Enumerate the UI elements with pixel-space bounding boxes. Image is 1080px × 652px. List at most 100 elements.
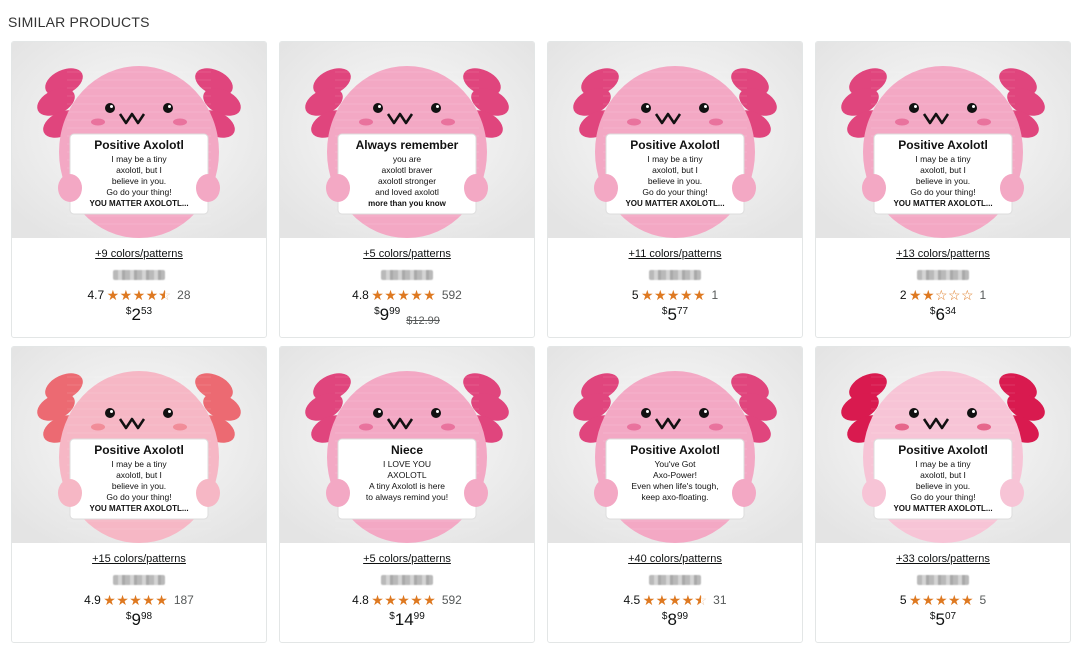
star-full-icon: ★ [384, 592, 397, 608]
rating-row: 4.8 ★ ★ ★ ★ ★ 592 [280, 592, 534, 608]
star-full-icon: ★ [371, 592, 384, 608]
image-sign-line: and loved axolotl [375, 187, 439, 197]
price-row: $14 99 [280, 611, 534, 629]
star-rating[interactable]: ★ ★ ★ ★ ★ [371, 287, 436, 303]
product-card[interactable]: Positive Axolotl I may be a tiny axolotl, … [815, 346, 1071, 643]
price-whole: 8 [667, 610, 677, 629]
rating-row: 4.8 ★ ★ ★ ★ ★ 592 [280, 287, 534, 303]
product-image[interactable]: Positive Axolotl I may be a tiny axolotl, … [548, 42, 802, 238]
price-row: $5 07 [816, 611, 1070, 629]
image-sign-line: I may be a tiny [647, 154, 703, 164]
review-count[interactable]: 1 [712, 287, 719, 303]
review-count[interactable]: 1 [980, 287, 987, 303]
image-sign-line: Go do your thing! [106, 492, 171, 502]
image-sign-line: axolotl, but I [116, 165, 162, 175]
product-image[interactable]: Always remember you are axolotl braver axol… [280, 42, 534, 238]
price-row: $5 77 [548, 306, 802, 324]
star-full-icon: ★ [410, 287, 423, 303]
star-rating[interactable]: ★★★★☆ [106, 287, 172, 303]
rating-value: 4.8 [352, 288, 369, 302]
image-sign-line: Go do your thing! [910, 187, 975, 197]
star-rating[interactable]: ★ ★ ★ ★ ★ [103, 592, 168, 608]
product-card[interactable]: Positive Axolotl I may be a tiny axolotl, … [11, 41, 267, 338]
star-full-icon: ★ [640, 287, 654, 303]
image-sign-line: axolotl, but I [652, 165, 698, 175]
rating-value: 4.8 [352, 593, 369, 607]
star-rating[interactable]: ★ ★ ☆ ☆ ☆ [909, 287, 974, 303]
colors-patterns-link[interactable]: +40 colors/patterns [628, 552, 722, 566]
price-whole: 6 [935, 305, 945, 324]
star-full-icon: ★ [934, 592, 948, 608]
price: $5 07 [930, 611, 956, 629]
colors-patterns-link[interactable]: +5 colors/patterns [363, 247, 451, 261]
image-sign-line: Positive Axolotl [898, 138, 988, 152]
price-fraction: 34 [944, 306, 957, 317]
price-whole: 14 [394, 610, 414, 629]
brand-name-blurred [649, 270, 701, 280]
colors-patterns-link[interactable]: +9 colors/patterns [95, 247, 183, 261]
star-full-icon: ★ [132, 287, 146, 303]
star-full-icon: ★ [423, 287, 436, 303]
product-card[interactable]: Always remember you are axolotl braver axol… [279, 41, 535, 338]
price: $14 99 [389, 611, 425, 629]
star-rating[interactable]: ★★★★☆ [642, 592, 708, 608]
product-image[interactable]: Positive Axolotl I may be a tiny axolotl, … [816, 347, 1070, 543]
product-card[interactable]: Positive Axolotl I may be a tiny axolotl, … [815, 41, 1071, 338]
image-sign-line: believe in you. [112, 176, 166, 186]
colors-patterns-link[interactable]: +5 colors/patterns [363, 552, 451, 566]
star-rating[interactable]: ★ ★ ★ ★ ★ [371, 592, 436, 608]
product-image[interactable]: Positive Axolotl I may be a tiny axolotl, … [816, 42, 1070, 238]
image-sign-line: to always remind you! [366, 492, 448, 502]
star-rating[interactable]: ★ ★ ★ ★ ★ [909, 592, 974, 608]
image-sign-line: more than you know [368, 199, 447, 208]
star-full-icon: ★ [145, 287, 159, 303]
star-full-icon: ★ [129, 592, 142, 608]
image-sign-line: believe in you. [916, 481, 970, 491]
star-full-icon: ★ [921, 592, 935, 608]
rating-value: 2 [899, 288, 907, 302]
image-sign-line: I may be a tiny [111, 459, 167, 469]
star-full-icon: ★ [116, 592, 129, 608]
price-fraction: 99 [389, 306, 401, 317]
image-sign-line: I may be a tiny [111, 154, 167, 164]
product-image[interactable]: Positive Axolotl I may be a tiny axolotl, … [12, 347, 266, 543]
section-title: SIMILAR PRODUCTS [8, 14, 150, 30]
review-count[interactable]: 31 [713, 592, 726, 608]
colors-patterns-link[interactable]: +33 colors/patterns [896, 552, 990, 566]
product-image[interactable]: Niece I LOVE YOU AXOLOTL A tiny Axolotl is … [280, 347, 534, 543]
star-rating[interactable]: ★ ★ ★ ★ ★ [641, 287, 706, 303]
star-full-icon: ★ [106, 287, 120, 303]
star-full-icon: ★ [371, 287, 384, 303]
rating-row: 5 ★ ★ ★ ★ ★ 5 [816, 592, 1070, 608]
colors-patterns-link[interactable]: +13 colors/patterns [896, 247, 990, 261]
review-count[interactable]: 187 [174, 592, 194, 608]
brand-name-blurred [381, 575, 433, 585]
rating-row: 2 ★ ★ ☆ ☆ ☆ 1 [816, 287, 1070, 303]
review-count[interactable]: 5 [980, 592, 987, 608]
star-empty-icon: ☆ [947, 287, 961, 303]
review-count[interactable]: 592 [442, 287, 462, 303]
rating-row: 4.5★★★★☆ 31 [548, 592, 802, 608]
product-image[interactable]: Positive Axolotl You've Got Axo-Power! Even… [548, 347, 802, 543]
product-card[interactable]: Positive Axolotl I may be a tiny axolotl, … [11, 346, 267, 643]
image-sign-line: YOU MATTER AXOLOTL... [893, 199, 992, 208]
rating-value: 4.5 [623, 593, 641, 607]
star-half-icon: ☆ [158, 287, 171, 303]
product-image[interactable]: Positive Axolotl I may be a tiny axolotl, … [12, 42, 266, 238]
product-card[interactable]: Positive Axolotl I may be a tiny axolotl, … [547, 41, 803, 338]
image-sign-line: Positive Axolotl [94, 138, 184, 152]
star-full-icon: ★ [119, 287, 133, 303]
image-sign-line: Positive Axolotl [94, 443, 184, 457]
colors-patterns-link[interactable]: +11 colors/patterns [628, 247, 721, 261]
product-card[interactable]: Positive Axolotl You've Got Axo-Power! Even… [547, 346, 803, 643]
rating-row: 4.7★★★★☆28 [12, 287, 266, 303]
review-count[interactable]: 28 [177, 287, 190, 303]
review-count[interactable]: 592 [442, 592, 462, 608]
price-fraction: 07 [944, 611, 957, 622]
image-sign-line: Go do your thing! [910, 492, 975, 502]
star-full-icon: ★ [653, 287, 667, 303]
image-sign-line: Go do your thing! [106, 187, 171, 197]
product-card[interactable]: Niece I LOVE YOU AXOLOTL A tiny Axolotl is … [279, 346, 535, 643]
colors-patterns-link[interactable]: +15 colors/patterns [92, 552, 186, 566]
image-sign-line: believe in you. [916, 176, 970, 186]
